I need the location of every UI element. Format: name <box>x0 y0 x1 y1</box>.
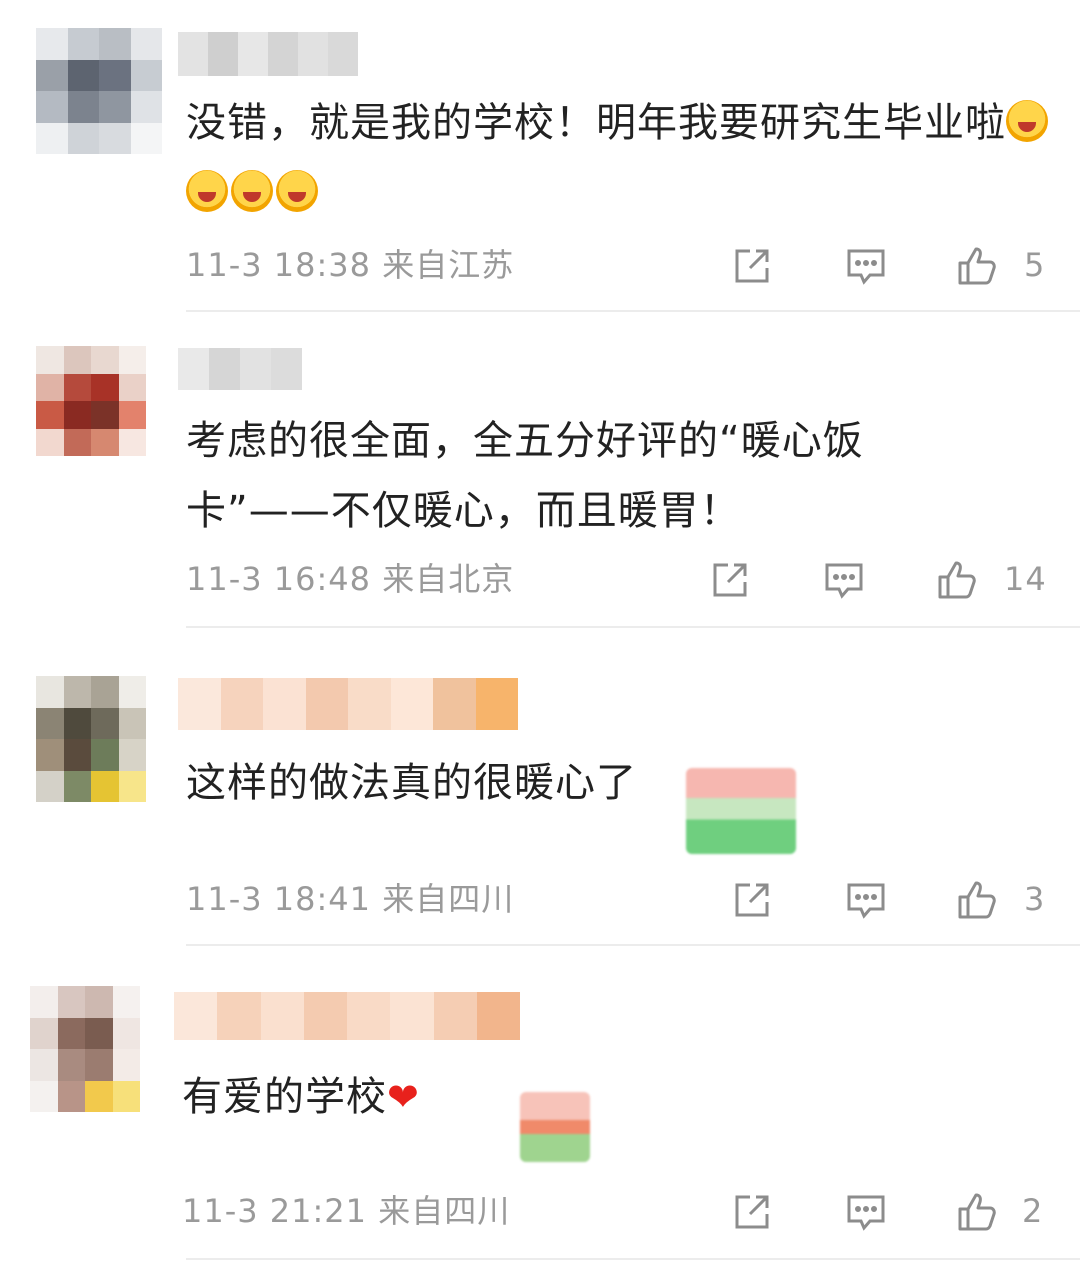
share-icon[interactable] <box>732 1192 772 1232</box>
location: 来自四川 <box>378 1192 511 1230</box>
like-count: 5 <box>1024 246 1046 284</box>
comment-meta: 11-3 18:41 来自四川 3 <box>186 874 1056 924</box>
username-blurred[interactable] <box>174 992 520 1040</box>
comment-item: 这样的做法真的很暖心了 11-3 18:41 来自四川 3 <box>0 672 1080 962</box>
avatar[interactable] <box>36 676 146 802</box>
comment-meta: 11-3 18:38 来自江苏 5 <box>186 240 1056 290</box>
timestamp: 11-3 18:41 来自四川 <box>186 880 515 918</box>
comment-text: 没错，就是我的学校！明年我要研究生毕业啦 <box>186 88 1056 228</box>
avatar[interactable] <box>36 28 162 154</box>
comment-item: 考虑的很全面，全五分好评的“暖心饭 卡”——不仅暖心，而且暖胃！ 11-3 16… <box>0 342 1080 632</box>
thumbs-up-icon[interactable] <box>956 880 996 920</box>
avatar[interactable] <box>36 346 146 456</box>
like-count: 3 <box>1024 880 1046 918</box>
grinning-face-icon <box>186 170 228 212</box>
comment-icon[interactable] <box>824 560 864 600</box>
timestamp: 11-3 21:21 来自四川 <box>182 1192 511 1230</box>
comment-icon[interactable] <box>846 246 886 286</box>
thumbs-up-icon[interactable] <box>956 1192 996 1232</box>
comment-icon[interactable] <box>846 1192 886 1232</box>
thumbs-up-icon[interactable] <box>956 246 996 286</box>
divider <box>186 626 1080 628</box>
divider <box>186 310 1080 312</box>
comment-meta: 11-3 16:48 来自北京 14 <box>186 554 1056 604</box>
sticker-blurred <box>520 1092 590 1162</box>
timestamp: 11-3 18:38 来自江苏 <box>186 246 515 284</box>
share-icon[interactable] <box>732 246 772 286</box>
comment-icon[interactable] <box>846 880 886 920</box>
username-blurred[interactable] <box>178 678 518 730</box>
comment-text: 有爱的学校❤ <box>182 1074 420 1120</box>
username-blurred[interactable] <box>178 32 358 76</box>
location: 来自江苏 <box>382 246 515 284</box>
laughing-tears-icon <box>276 170 318 212</box>
location: 来自四川 <box>382 880 515 918</box>
timestamp: 11-3 16:48 来自北京 <box>186 560 515 598</box>
location: 来自北京 <box>382 560 515 598</box>
like-count: 14 <box>1004 560 1047 598</box>
like-count: 2 <box>1022 1192 1044 1230</box>
comment-text: 考虑的很全面，全五分好评的“暖心饭 卡”——不仅暖心，而且暖胃！ <box>186 418 864 534</box>
share-icon[interactable] <box>710 560 750 600</box>
grinning-face-icon <box>1006 100 1048 142</box>
avatar[interactable] <box>30 986 140 1112</box>
divider <box>186 944 1080 946</box>
share-icon[interactable] <box>732 880 772 920</box>
username-blurred[interactable] <box>178 348 302 390</box>
thumbs-up-icon[interactable] <box>936 560 976 600</box>
laughing-tears-icon <box>231 170 273 212</box>
comment-meta: 11-3 21:21 来自四川 2 <box>182 1186 1052 1236</box>
comment-item: 没错，就是我的学校！明年我要研究生毕业啦 11-3 18:38 来自江苏 5 <box>0 24 1080 314</box>
red-heart-icon: ❤ <box>387 1075 420 1119</box>
comment-item: 有爱的学校❤ 11-3 21:21 来自四川 2 <box>0 982 1080 1272</box>
sticker-blurred <box>686 768 796 854</box>
divider <box>186 1258 1080 1260</box>
comment-text: 这样的做法真的很暖心了 <box>186 760 637 806</box>
